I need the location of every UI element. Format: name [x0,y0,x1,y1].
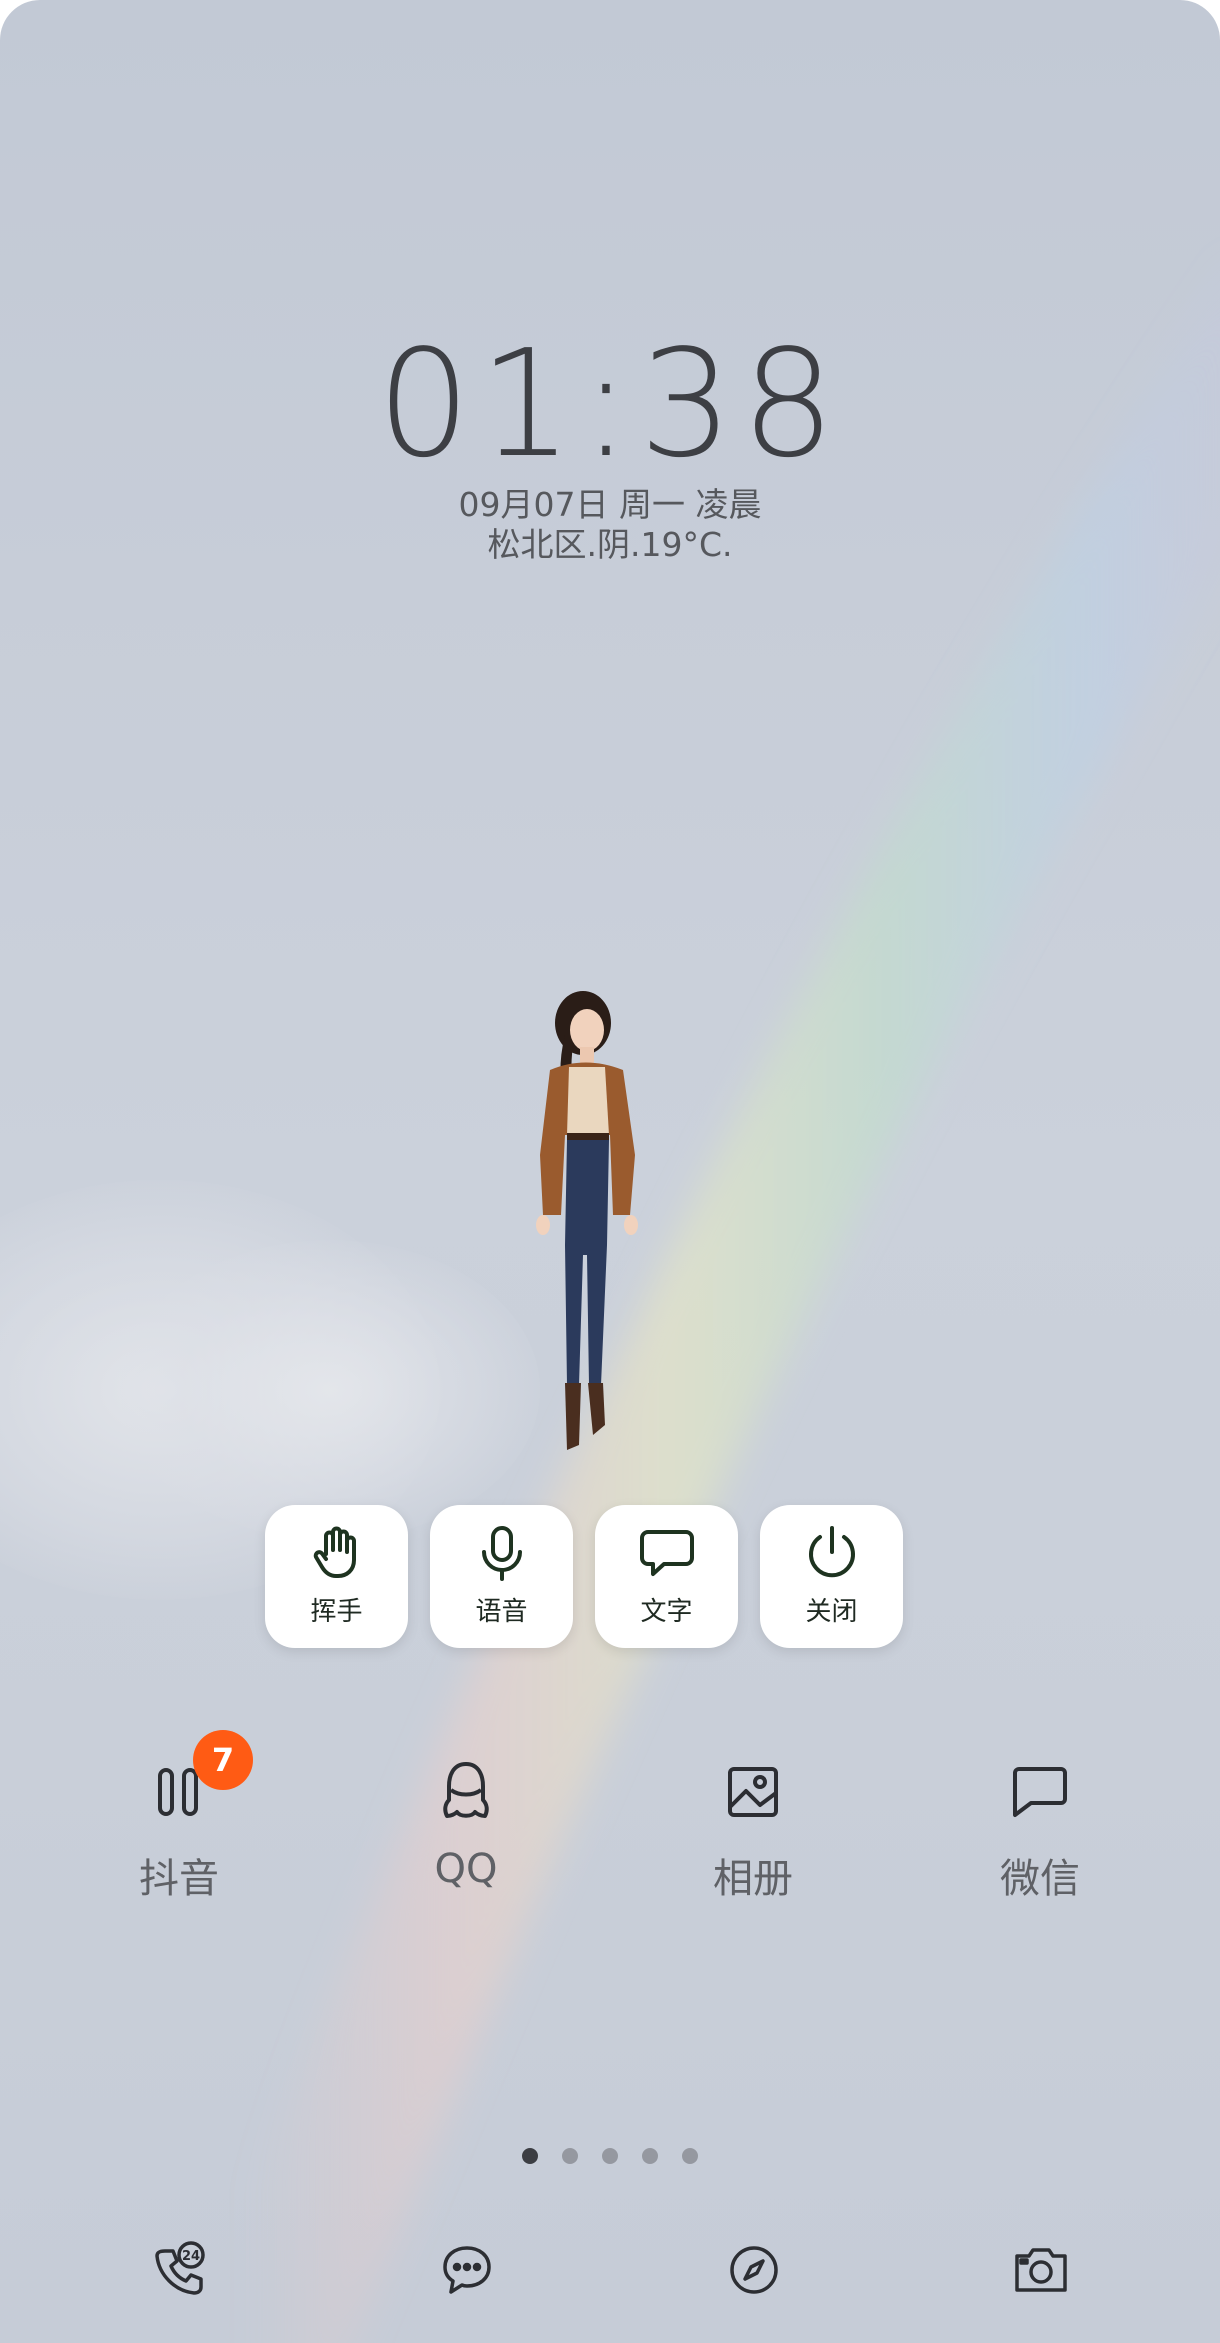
wave-label: 挥手 [310,1597,363,1627]
camera-icon [1015,2248,1067,2292]
messages-button[interactable] [432,2235,502,2305]
gallery-icon [721,1760,785,1824]
text-label: 文字 [640,1597,693,1627]
date-text: 09月07日 周一 凌晨 [458,485,762,524]
app-row: 抖音 7 QQ 相册 微信 [0,1730,1220,1930]
app-label: 抖音 [139,1856,219,1902]
page-dot[interactable] [682,2148,698,2164]
page-dot[interactable] [562,2148,578,2164]
app-douyin[interactable]: 抖音 [79,1760,279,1904]
hand-wave-icon [307,1523,367,1583]
avatar-figure[interactable] [495,985,675,1470]
page-dot-active[interactable] [522,2148,538,2164]
message-icon [1008,1760,1072,1824]
chat-bubble-icon [637,1523,697,1583]
browser-button[interactable] [719,2235,789,2305]
app-label: QQ [434,1846,498,1892]
weather-text: 松北区.阴.19°C. [487,525,733,564]
dock: 24 [0,2235,1220,2305]
text-button[interactable]: 文字 [595,1505,738,1648]
close-label: 关闭 [805,1597,858,1627]
voice-label: 语音 [475,1597,528,1627]
camera-button[interactable] [1006,2235,1076,2305]
microphone-icon [472,1523,532,1583]
compass-icon [730,2246,778,2294]
page-dot[interactable] [602,2148,618,2164]
svg-text:24: 24 [182,2249,200,2264]
page-indicator [0,2148,1220,2164]
app-wechat[interactable]: 微信 [940,1760,1140,1904]
lock-screen: 01:38 09月07日 周一 凌晨 松北区.阴.19°C. 挥手 语音 文字 … [0,0,1220,2343]
cloud [120,1240,540,1540]
close-button[interactable]: 关闭 [760,1505,903,1648]
app-qq[interactable]: QQ [366,1760,566,1892]
qq-penguin-icon [434,1760,498,1824]
page-dot[interactable] [642,2148,658,2164]
notification-badge: 7 [193,1730,253,1790]
app-gallery[interactable]: 相册 [653,1760,853,1904]
assistant-actions: 挥手 语音 文字 关闭 [265,1505,903,1648]
clock-time: 01:38 [376,318,844,490]
phone-24-icon: 24 [155,2241,205,2295]
messages-icon [443,2246,491,2294]
app-label: 相册 [713,1856,793,1902]
power-icon [802,1523,862,1583]
app-label: 微信 [1000,1856,1080,1902]
wave-button[interactable]: 挥手 [265,1505,408,1648]
voice-button[interactable]: 语音 [430,1505,573,1648]
phone-button[interactable]: 24 [145,2235,215,2305]
